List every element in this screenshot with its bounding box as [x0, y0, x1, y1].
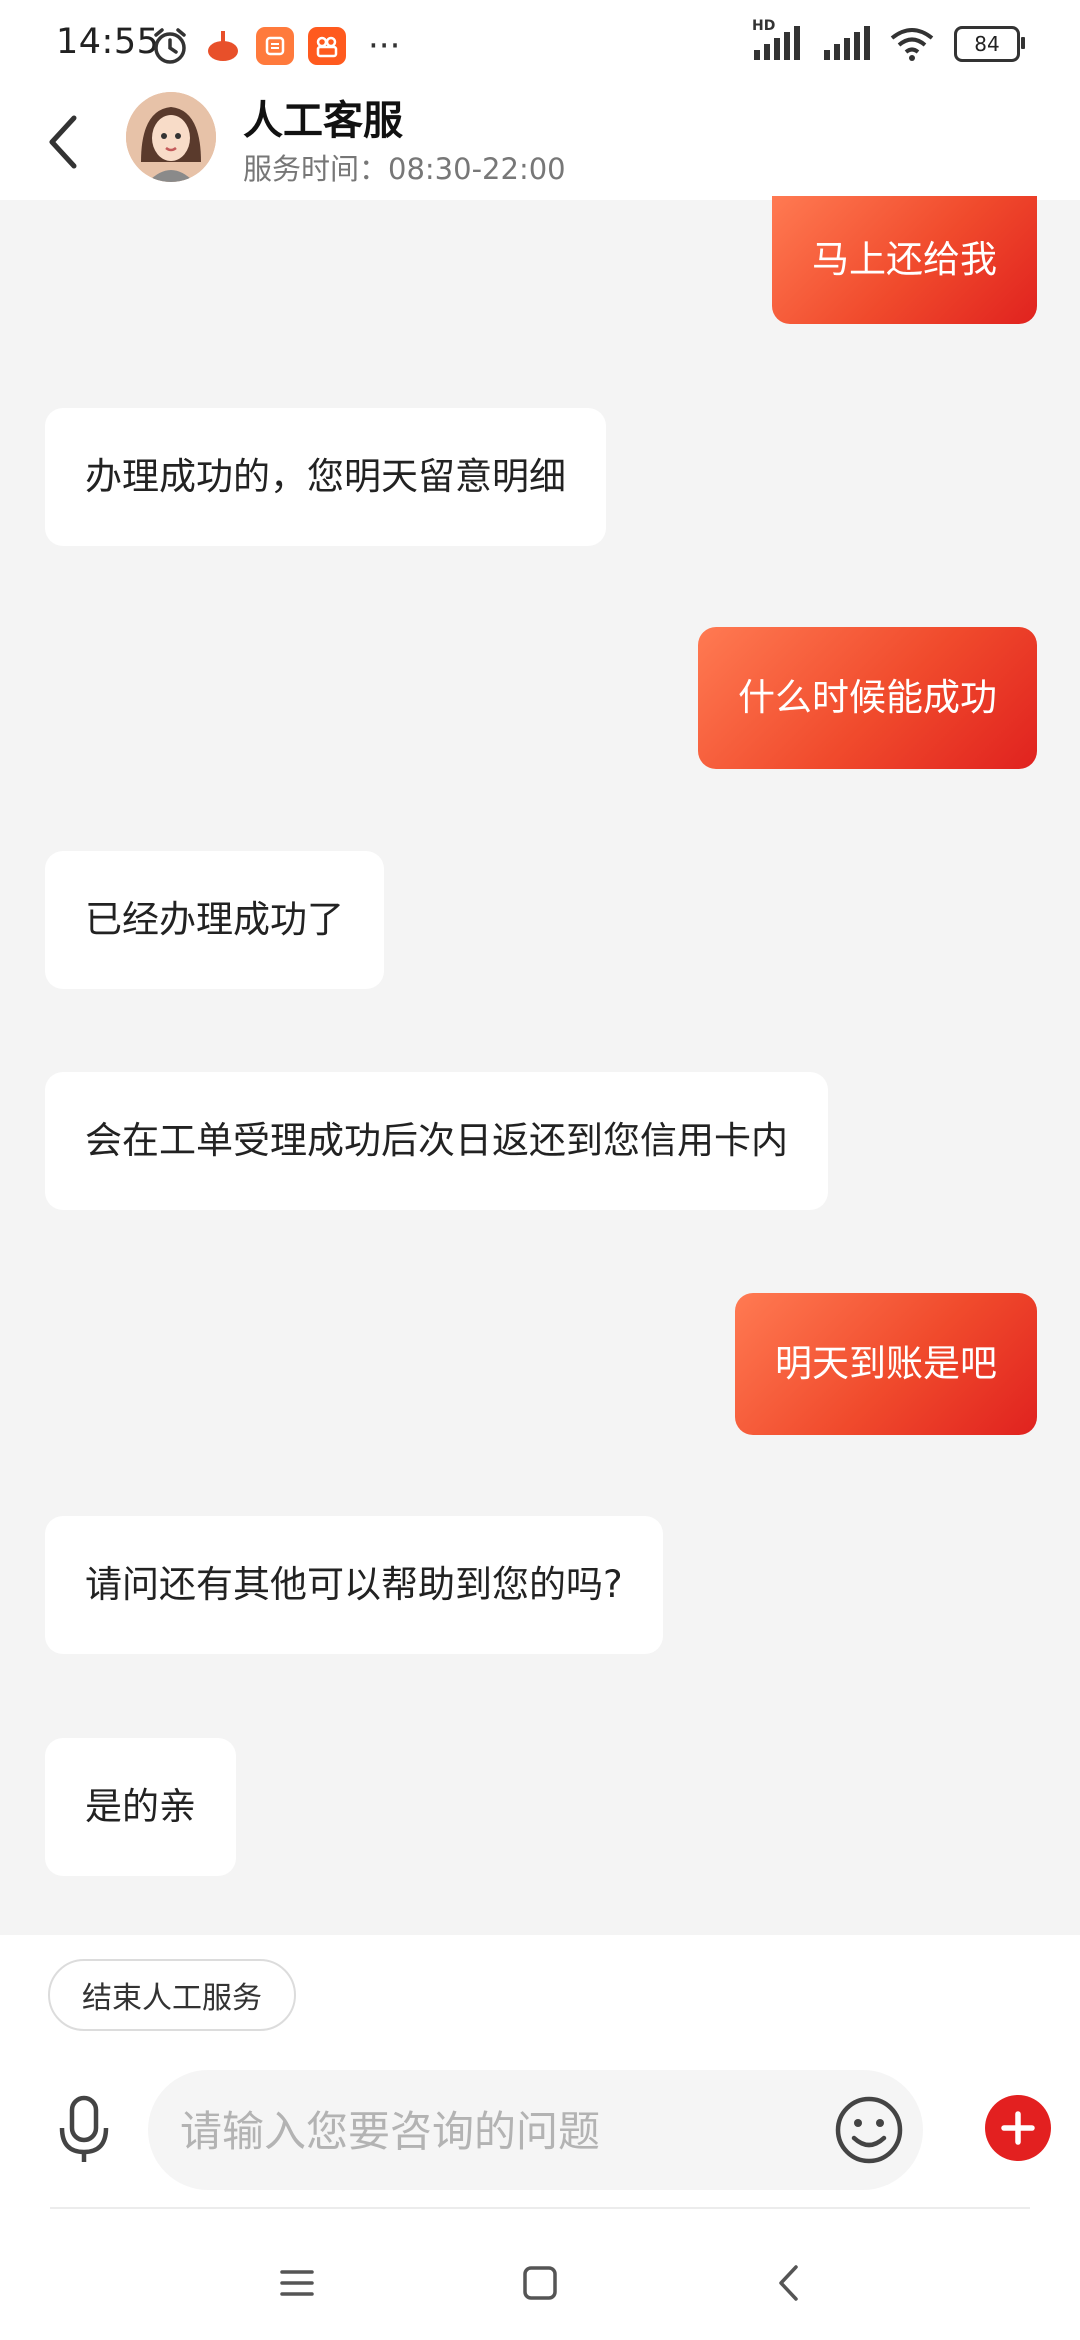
message-text: 已经办理成功了: [85, 898, 344, 941]
alarm-icon: [154, 28, 186, 64]
message-user: 明天到账是吧: [735, 1293, 1037, 1435]
app-icon-3: [308, 27, 346, 65]
chat-header: 人工客服 服务时间：08:30-22:00: [0, 92, 1080, 200]
message-text: 办理成功的，您明天留意明细: [85, 455, 566, 498]
message-text: 马上还给我: [812, 238, 997, 281]
message-text: 明天到账是吧: [775, 1342, 997, 1385]
smiley-icon: [835, 2096, 903, 2164]
signal-icon: [824, 26, 870, 60]
page-title: 人工客服: [243, 98, 403, 144]
message-text: 请问还有其他可以帮助到您的吗?: [85, 1563, 623, 1606]
status-left-icons: ···: [150, 24, 400, 68]
message-input-container: [148, 2070, 923, 2192]
plus-icon: [1001, 2111, 1035, 2145]
message-text: 什么时候能成功: [738, 676, 997, 719]
chevron-left-icon: [49, 115, 77, 169]
avatar[interactable]: [126, 92, 216, 182]
battery-level: 84: [974, 32, 1000, 56]
app-icon-2: [256, 27, 294, 65]
app-icon-1: [204, 27, 242, 65]
system-nav-bar: [0, 2225, 1080, 2340]
network-label: HD: [752, 18, 776, 34]
nav-back-button[interactable]: [758, 2253, 818, 2313]
message-text: 是的亲: [85, 1785, 196, 1828]
add-attachment-button[interactable]: [985, 2095, 1051, 2161]
end-service-button[interactable]: 结束人工服务: [48, 1959, 296, 2031]
message-agent: 会在工单受理成功后次日返还到您信用卡内: [45, 1072, 828, 1210]
composer-area: 结束人工服务: [0, 1935, 1080, 2340]
status-time: 14:55: [56, 22, 160, 62]
wifi-icon: [890, 28, 934, 61]
nav-home-button[interactable]: [510, 2253, 570, 2313]
cell-signal-hd: HD: [752, 18, 804, 62]
agent-avatar-image: [126, 92, 216, 182]
voice-input-button[interactable]: [52, 2090, 116, 2170]
message-text: 会在工单受理成功后次日返还到您信用卡内: [85, 1119, 788, 1162]
more-dots-icon: ···: [368, 26, 401, 66]
microphone-icon: [59, 2095, 109, 2162]
square-home-icon: [523, 2266, 557, 2300]
menu-icon: [280, 2270, 314, 2296]
status-right-icons: HD 84: [752, 18, 1025, 62]
nav-menu-button[interactable]: [267, 2253, 327, 2313]
emoji-button[interactable]: [833, 2094, 905, 2166]
message-agent: 是的亲: [45, 1738, 236, 1876]
divider: [50, 2207, 1030, 2209]
message-input[interactable]: [178, 2070, 782, 2192]
back-button[interactable]: [40, 110, 84, 174]
message-agent: 请问还有其他可以帮助到您的吗?: [45, 1516, 663, 1654]
battery-icon: 84: [954, 26, 1025, 62]
message-user: 什么时候能成功: [698, 627, 1037, 769]
message-agent: 办理成功的，您明天留意明细: [45, 408, 606, 546]
message-user: 马上还给我: [772, 196, 1037, 324]
nav-back-icon: [779, 2265, 798, 2301]
service-hours: 服务时间：08:30-22:00: [243, 152, 566, 186]
message-agent: 已经办理成功了: [45, 851, 384, 989]
status-bar: 14:55 ··· HD 84: [0, 0, 1080, 92]
